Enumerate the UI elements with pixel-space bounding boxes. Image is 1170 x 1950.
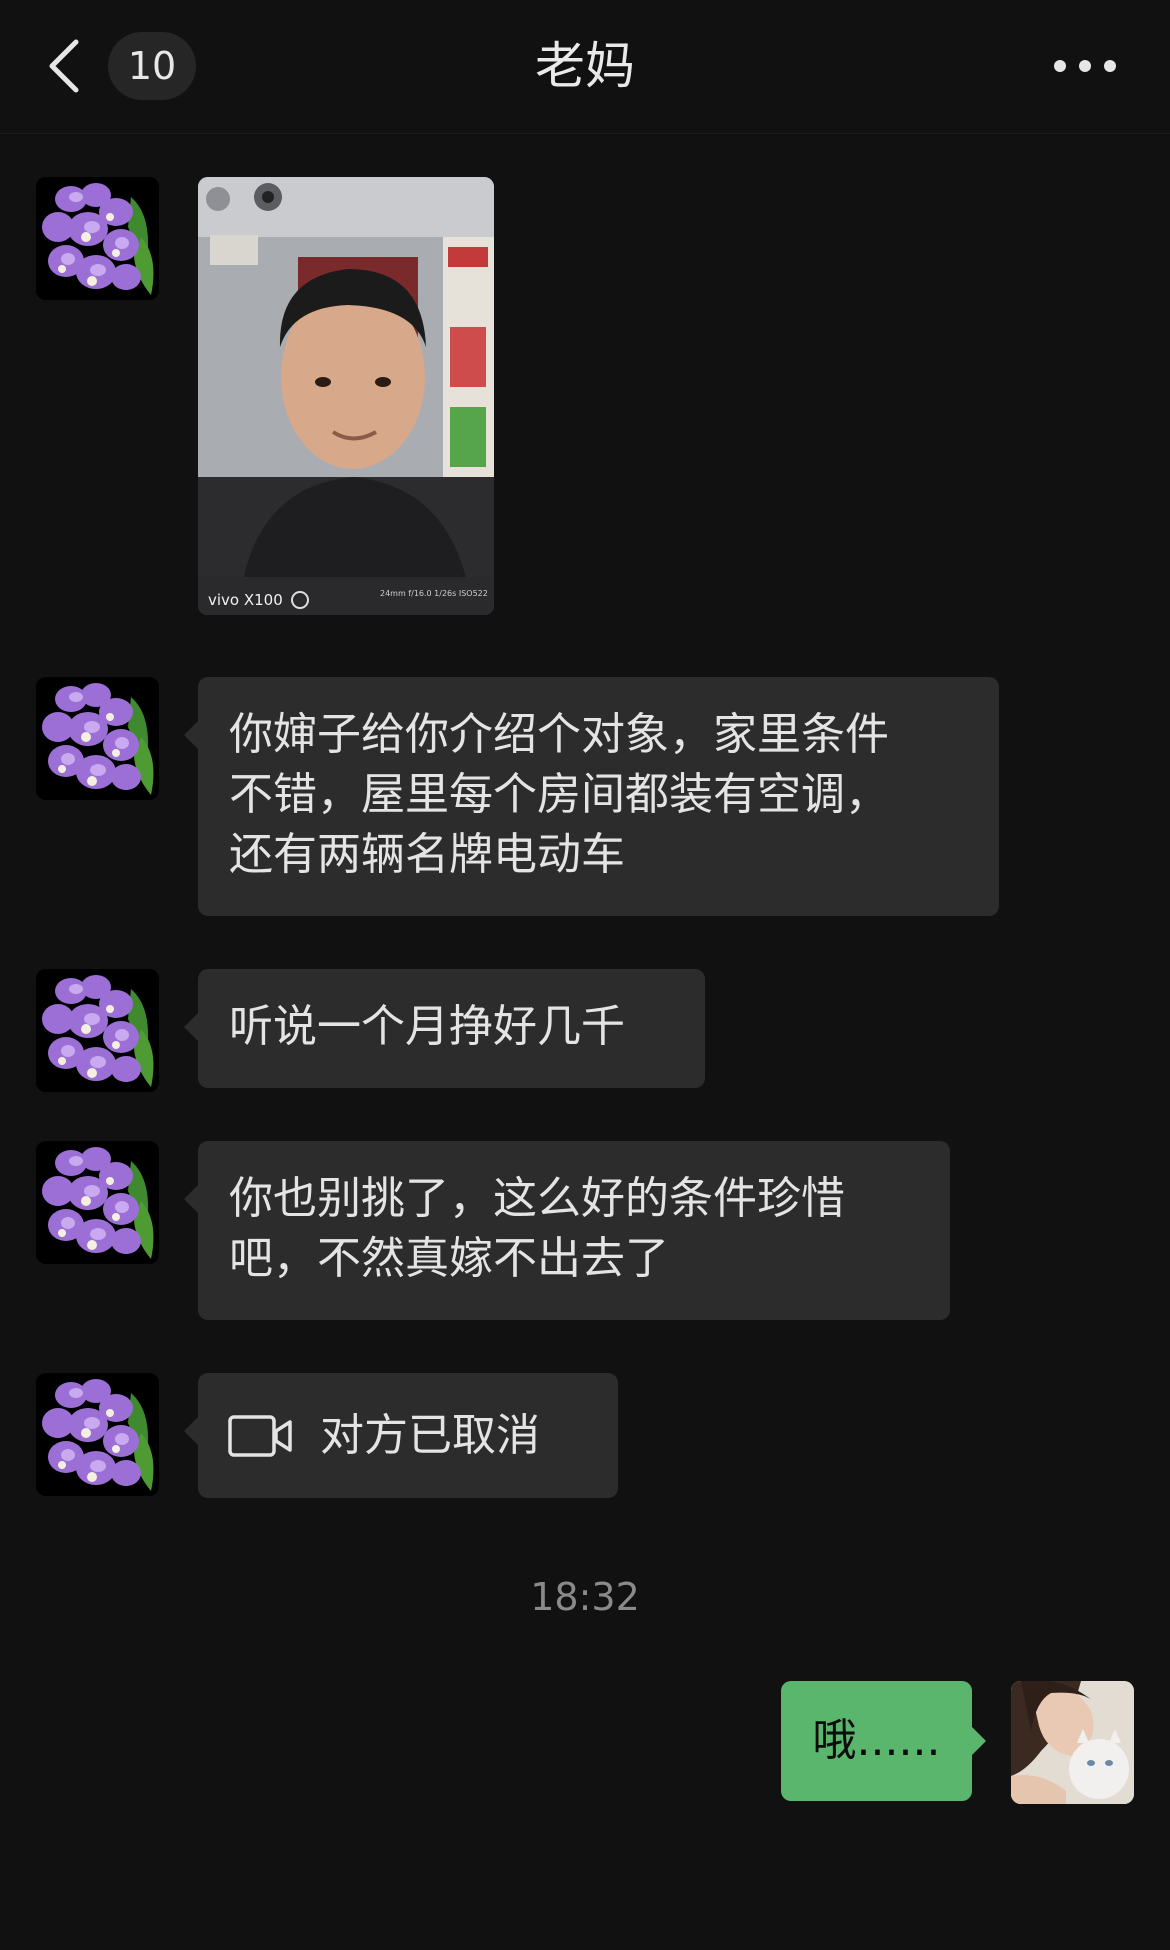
- message-bubble[interactable]: 你婶子给你介绍个对象，家里条件 不错，屋里每个房间都装有空调， 还有两辆名牌电动…: [184, 677, 999, 916]
- contact-avatar[interactable]: [36, 177, 159, 300]
- contact-avatar[interactable]: [36, 1373, 159, 1496]
- photo-exif-label: 24mm f/16.0 1/26s ISO522: [380, 589, 488, 598]
- video-camera-icon: [228, 1415, 292, 1457]
- contact-avatar[interactable]: [36, 1141, 159, 1264]
- chat-header: 10 老妈: [0, 0, 1170, 134]
- photo-brand-label: vivo X100: [208, 591, 283, 609]
- call-status-text: 对方已取消: [320, 1410, 540, 1461]
- video-call-bubble[interactable]: 对方已取消: [184, 1373, 618, 1498]
- photo-content: vivo X100 24mm f/16.0 1/26s ISO522: [198, 177, 494, 615]
- timestamp: 18:32: [530, 1575, 640, 1619]
- contact-avatar[interactable]: [36, 677, 159, 800]
- my-avatar[interactable]: [1011, 1681, 1134, 1804]
- message-bubble[interactable]: 你也别挑了，这么好的条件珍惜 吧，不然真嫁不出去了: [184, 1141, 950, 1320]
- my-message-bubble[interactable]: 哦......: [781, 1681, 986, 1801]
- chat-title: 老妈: [535, 37, 635, 95]
- contact-avatar[interactable]: [36, 969, 159, 1092]
- message-bubble[interactable]: 听说一个月挣好几千: [184, 969, 705, 1088]
- photo-message[interactable]: vivo X100 24mm f/16.0 1/26s ISO522: [198, 177, 494, 615]
- more-options-icon[interactable]: [1052, 50, 1118, 82]
